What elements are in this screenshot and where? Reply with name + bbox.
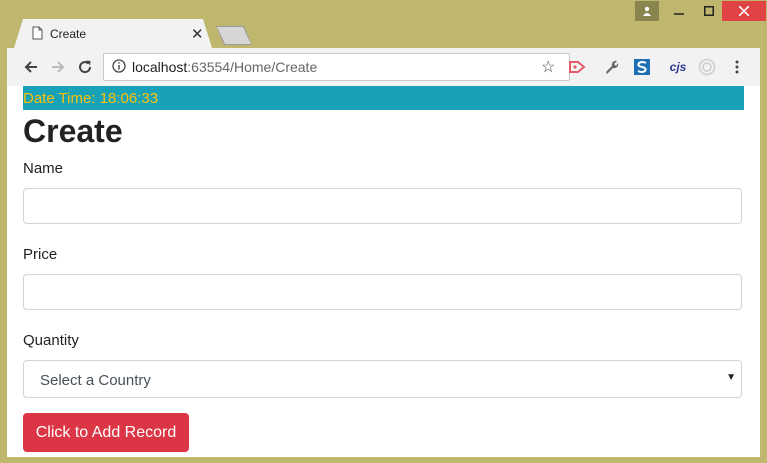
- address-bar[interactable]: localhost:63554/Home/Create ☆: [103, 53, 570, 81]
- reload-button[interactable]: [75, 57, 95, 77]
- profile-button[interactable]: [635, 1, 659, 21]
- tab-close-icon[interactable]: ✕: [191, 25, 204, 43]
- browser-toolbar: localhost:63554/Home/Create ☆ cjs: [7, 48, 760, 86]
- price-label: Price: [23, 246, 58, 263]
- quantity-label: Quantity: [23, 332, 79, 349]
- menu-kebab-icon[interactable]: [727, 57, 747, 77]
- wrench-extension-icon[interactable]: [601, 57, 621, 77]
- new-tab-shape: [217, 27, 251, 44]
- url-host: localhost: [132, 59, 188, 75]
- close-icon: [739, 6, 749, 16]
- arrow-extension-icon[interactable]: [568, 57, 588, 77]
- tab-create[interactable]: Create ✕: [14, 19, 212, 48]
- circle-extension-icon[interactable]: [697, 57, 717, 77]
- tab-title: Create: [50, 27, 87, 41]
- cjs-extension-icon[interactable]: cjs: [664, 57, 692, 77]
- url-path: :63554/Home/Create: [187, 59, 318, 75]
- country-select[interactable]: Select a Country ▼: [23, 360, 742, 398]
- browser-window: Create ✕ localhost:63554/Home/Create ☆ c…: [0, 0, 767, 463]
- url-text: localhost:63554/Home/Create: [132, 59, 317, 75]
- person-icon: [643, 6, 651, 16]
- reload-icon: [79, 60, 92, 74]
- maximize-icon: [704, 6, 714, 16]
- select-value: Select a Country: [40, 372, 151, 389]
- bookmark-star-icon[interactable]: ☆: [541, 57, 555, 77]
- datetime-banner: Date Time: 18:06:33: [23, 86, 744, 110]
- chevron-down-icon: ▼: [726, 372, 736, 383]
- page-title: Create: [23, 113, 123, 149]
- minimize-button[interactable]: [664, 1, 694, 21]
- close-window-button[interactable]: [722, 1, 766, 21]
- price-input[interactable]: [23, 274, 742, 310]
- minimize-icon: [674, 13, 684, 15]
- info-icon[interactable]: [112, 59, 126, 73]
- name-label: Name: [23, 160, 64, 177]
- maximize-button[interactable]: [694, 1, 724, 21]
- forward-button[interactable]: [48, 57, 68, 77]
- name-input[interactable]: [23, 188, 742, 224]
- forward-arrow-icon: [52, 61, 65, 73]
- back-arrow-icon: [24, 61, 37, 73]
- page-icon: [32, 26, 43, 40]
- s-extension-icon[interactable]: [632, 57, 652, 77]
- back-button[interactable]: [21, 57, 41, 77]
- page-content: Date Time: 18:06:33 Create Name Price Qu…: [7, 86, 760, 457]
- add-record-button[interactable]: Click to Add Record: [23, 413, 189, 452]
